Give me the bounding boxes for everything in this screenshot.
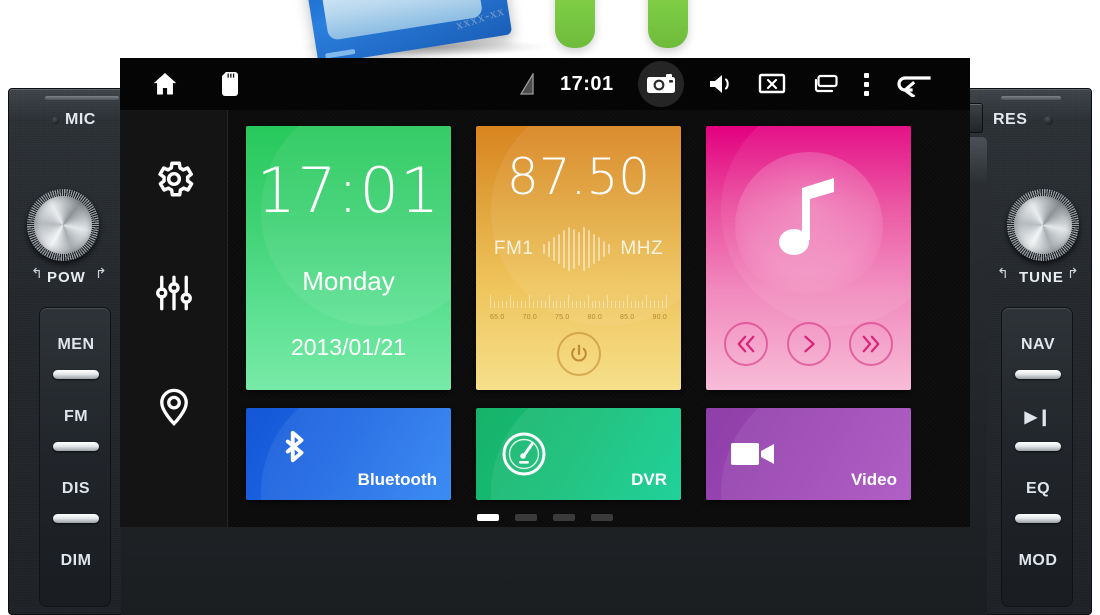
radio-scale-label: 85.0: [620, 314, 635, 321]
radio-waveform: [543, 226, 611, 272]
dimmer-button[interactable]: DIM: [40, 524, 112, 598]
radio-unit: MHZ: [620, 238, 664, 259]
sd-card-icon[interactable]: [222, 72, 238, 96]
panel-vent-right: [1001, 96, 1061, 100]
radio-scale-label: 75.0: [555, 314, 570, 321]
android-robot-leg-right: [648, 0, 688, 48]
radio-tile[interactable]: 87.50 FM1 MHZ 65.0 70.0 75.0 80.0 85.0 90.0: [476, 126, 681, 390]
mode-button[interactable]: MOD: [1002, 524, 1074, 598]
tune-arrow-right: ↱: [1067, 265, 1079, 281]
video-camera-icon: [728, 428, 780, 480]
touchscreen[interactable]: 17:01 17:01 Monday 2013/01/21 87.50 FM1 …: [120, 58, 970, 527]
pow-arrow-right: ↱: [95, 265, 107, 281]
screenshot-camera-icon: [646, 72, 676, 96]
page-dot[interactable]: [553, 514, 575, 521]
volume-icon[interactable]: [708, 72, 734, 96]
overflow-menu-icon[interactable]: [863, 72, 869, 96]
left-button-stack: MEN FM DIS DIM: [39, 307, 111, 607]
mic-label: MIC: [65, 111, 96, 128]
pow-arrow-left: ↰: [31, 265, 43, 281]
tune-arrow-left: ↰: [997, 265, 1009, 281]
button-indicator-lamp: [53, 442, 99, 451]
page-dot-active[interactable]: [477, 514, 499, 521]
radio-power-button[interactable]: [556, 332, 601, 376]
video-tile-label: Video: [851, 470, 897, 489]
tune-knob-label: TUNE: [1019, 269, 1064, 286]
gauge-icon: [498, 428, 550, 480]
button-indicator-lamp: [53, 514, 99, 523]
clock-date: 2013/01/21: [290, 334, 407, 360]
reset-hole[interactable]: [1044, 116, 1053, 125]
settings-icon[interactable]: [151, 156, 197, 202]
screen-off-icon[interactable]: [758, 72, 786, 96]
home-tiles-grid: 17:01 Monday 2013/01/21 87.50 FM1 MHZ 65…: [240, 120, 960, 520]
bluetooth-tile-label: Bluetooth: [357, 470, 437, 489]
android-robot-leg-left: [555, 0, 595, 48]
next-track-button[interactable]: [848, 322, 893, 366]
screenshot-button[interactable]: [637, 61, 684, 107]
android-status-bar: 17:01: [120, 58, 970, 110]
right-button-stack: NAV ▶❙ EQ MOD: [1001, 307, 1073, 607]
music-transport-controls: [706, 322, 911, 366]
home-icon[interactable]: [150, 70, 180, 98]
radio-frequency: 87.50: [506, 148, 651, 206]
play-button[interactable]: [786, 322, 831, 366]
equalizer-icon[interactable]: [151, 270, 197, 316]
radio-band: FM1: [493, 238, 534, 259]
radio-scale-labels: 65.0 70.0 75.0 80.0 85.0 90.0: [490, 314, 667, 321]
clock-weekday: Monday: [302, 266, 395, 296]
signal-off-icon: [520, 73, 536, 95]
clock-tile[interactable]: 17:01 Monday 2013/01/21: [246, 126, 451, 390]
radio-scale-label: 65.0: [490, 314, 505, 321]
music-tile[interactable]: [706, 126, 911, 390]
left-nav-rail: [120, 110, 228, 527]
dvr-tile-label: DVR: [631, 470, 667, 489]
bluetooth-tile[interactable]: Bluetooth: [246, 408, 451, 500]
radio-scale-label: 70.0: [522, 314, 537, 321]
res-label: RES: [993, 111, 1028, 128]
status-bar-clock: 17:01: [560, 72, 614, 95]
button-indicator-lamp: [1015, 514, 1061, 523]
page-dot[interactable]: [591, 514, 613, 521]
microphone-hole: [52, 117, 59, 124]
tune-knob[interactable]: [1007, 189, 1079, 261]
video-tile[interactable]: Video: [706, 408, 911, 500]
screenshot-root: xxxx-xx MIC BT RES ↰ POW ↱: [0, 0, 1100, 615]
location-pin-icon[interactable]: [151, 384, 197, 430]
back-icon[interactable]: [893, 71, 933, 97]
page-indicator[interactable]: [120, 514, 970, 521]
previous-track-button[interactable]: [724, 322, 769, 366]
music-note-icon: [772, 174, 846, 271]
page-dot[interactable]: [515, 514, 537, 521]
panel-vent-left: [45, 96, 119, 100]
pow-knob-label: POW: [47, 269, 86, 286]
power-icon: [570, 344, 587, 362]
dvr-tile[interactable]: DVR: [476, 408, 681, 500]
button-indicator-lamp: [1015, 370, 1061, 379]
power-volume-knob[interactable]: [27, 189, 99, 261]
recents-icon[interactable]: [810, 73, 840, 95]
button-indicator-lamp: [53, 370, 99, 379]
radio-scale-label: 90.0: [652, 314, 667, 321]
button-indicator-lamp: [1015, 442, 1061, 451]
radio-scale-label: 80.0: [587, 314, 602, 321]
bluetooth-icon: [268, 428, 320, 480]
radio-tuning-scale[interactable]: [490, 292, 667, 308]
clock-time: 17:01: [256, 154, 441, 227]
